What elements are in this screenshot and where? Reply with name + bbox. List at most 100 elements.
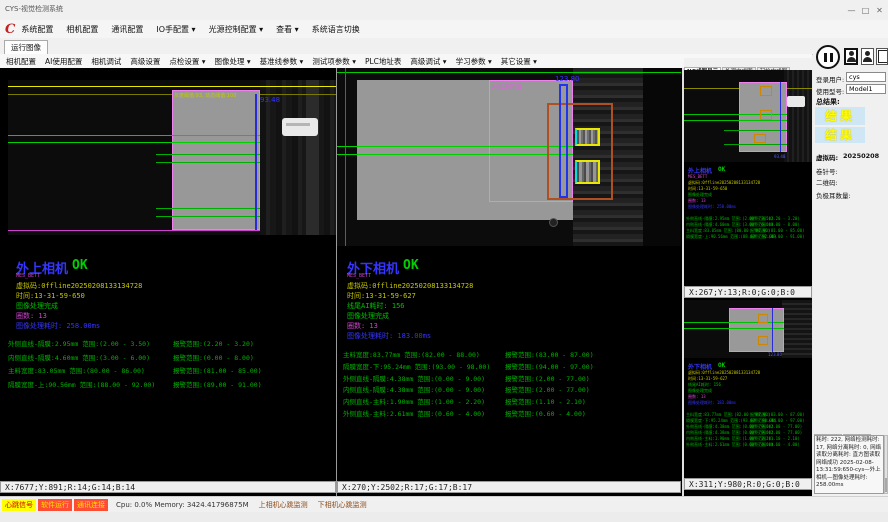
camera2-elapsed: 图像处理耗时: 183.00ms — [347, 331, 431, 341]
qr-code-label: 二维码: — [816, 177, 838, 187]
thumb1-image: 93.48 — [684, 70, 812, 162]
close-button[interactable]: ✕ — [873, 5, 886, 16]
thumb1-elapsed: 图像处理耗时: 258.00ms — [688, 204, 736, 210]
measurement-row: 内侧直线-隔膜:4.38mm 范围:(0.00 - 9.00) 报警范围:(2.… — [343, 384, 679, 394]
tool-plc-table[interactable]: PLC地址表 — [365, 56, 401, 67]
login-user-button[interactable] — [844, 48, 858, 65]
alarm-text: 报警范围:(94.00 - 97.00) — [505, 361, 594, 371]
pause-icon — [824, 53, 827, 62]
camera2-image[interactable]: AI检测区域 123.80 — [337, 68, 681, 246]
tab-strip: 运行图像 — [0, 38, 888, 55]
separator-film-region — [729, 308, 784, 352]
minimize-button[interactable]: — — [845, 5, 858, 16]
blue-measure-line — [780, 82, 781, 152]
tool-camera-config[interactable]: 相机配置 — [6, 56, 36, 67]
operator-button[interactable] — [861, 48, 874, 65]
detect-box — [760, 86, 772, 96]
thumb2-ok: OK — [718, 362, 725, 369]
machine-background — [782, 300, 812, 358]
blue-measure-line — [255, 94, 257, 230]
measure-value-label: 93.48 — [774, 154, 785, 159]
menu-language-switch[interactable]: 系统语言切换 — [312, 24, 360, 35]
electrode-tab-connector — [282, 118, 318, 136]
tool-test-params[interactable]: 测试项参数 ▾ — [312, 56, 356, 67]
status-bar: 心跳信号 软件运行 通讯连接 Cpu: 0.0% Memory: 3424.41… — [0, 496, 888, 512]
menu-io-config[interactable]: IO手配置 ▾ — [156, 24, 195, 35]
camera2-panel[interactable]: AI检测区域 123.80 外下相机 OK MES_BETT 虚拟码:0ffli… — [337, 68, 681, 496]
result-badge-2: 结果 — [815, 127, 865, 143]
thumb-tab-strip: NG成图显示外观内成图起始内成图 — [684, 58, 814, 70]
measure-text: 隔膜宽度-下:95.24mm 范围:(93.00 - 98.00) — [343, 363, 490, 371]
alarm-text: 报警范围:(2.00 - 77.00) — [505, 373, 590, 383]
measure-value-label: 123.80 — [768, 352, 782, 357]
login-user-input[interactable]: cys — [846, 72, 886, 82]
menu-light-config[interactable]: 光源控制配置 ▾ — [209, 24, 264, 35]
logout-button[interactable] — [876, 48, 888, 65]
virtual-code-value: 20250208 — [843, 152, 879, 160]
camera2-barcode: 虚拟码:0ffline20250208133134728 — [347, 281, 473, 291]
machine-detail — [549, 218, 558, 227]
tool-baseline-params[interactable]: 基准线参数 ▾ — [260, 56, 304, 67]
log-scrollbar[interactable] — [884, 435, 888, 494]
tool-spot-check[interactable]: 点检设置 ▾ — [169, 56, 205, 67]
camera2-coords-bar: X:270;Y:2502;R:17;G:17;B:17 — [337, 481, 681, 493]
camera1-panel[interactable]: 灰度阈值:93, 动态阈值:100 93.48 外上相机 OK MES_BETT… — [0, 68, 336, 496]
tool-other-settings[interactable]: 其它设置 ▾ — [501, 56, 537, 67]
connector-detail — [286, 123, 310, 126]
tab-run-image[interactable]: 运行图像 — [4, 40, 48, 55]
menu-camera-config[interactable]: 相机配置 — [66, 24, 98, 35]
thumbnail-panel: NG成图显示外观内成图起始内成图 93.48 外上相机 OK MES_B — [682, 68, 812, 496]
thumb2-coords-bar: X:311;Y:980;R:0;G:0;B:0 — [684, 478, 812, 490]
machine-dark-area — [643, 68, 681, 246]
guide-line — [156, 162, 260, 163]
guide-line — [684, 328, 784, 329]
maximize-button[interactable]: □ — [859, 5, 872, 16]
guide-line — [684, 120, 787, 121]
menu-view[interactable]: 查看 ▾ — [276, 24, 299, 35]
alarm-text: 报警范围:(0.60 - 4.00) — [505, 408, 586, 418]
model-input[interactable]: Model1 — [846, 84, 886, 94]
guide-line — [724, 144, 787, 145]
camera1-elapsed: 图像处理耗时: 258.00ms — [16, 321, 100, 331]
tool-advanced-debug[interactable]: 高级调试 ▾ — [410, 56, 446, 67]
app-logo-icon: C — [5, 22, 15, 37]
camera1-done: 图像处理完成 — [16, 301, 58, 311]
thumbnail1[interactable]: 93.48 外上相机 OK MES_BETT 虚拟码:0ffline202502… — [684, 70, 812, 288]
guide-line — [345, 68, 346, 246]
detect-box — [754, 134, 766, 143]
guide-line — [684, 322, 784, 323]
measurement-row: 外侧直线-主料:2.61mm 范围:(0.60 - 4.00) 报警范围:(0.… — [343, 408, 679, 418]
alarm-text: 报警范围:(1.10 - 2.10) — [505, 396, 586, 406]
thumbnail2[interactable]: 123.80 外下相机 OK 虚拟码:0ffline20250208133134… — [684, 300, 812, 476]
measurement-row: 内侧直线-主料:1.90mm 范围:(1.00 - 2.20) 报警范围:(1.… — [343, 396, 679, 406]
tool-advanced-settings[interactable]: 高级设置 — [130, 56, 160, 67]
menu-system-config[interactable]: 系统配置 — [21, 24, 53, 35]
lower-camera-heartbeat: 下相机心跳监测 — [318, 500, 367, 510]
measurement-row: 主料宽度:83.05mm 范围:(80.00 - 86.00) 报警范围:(81… — [8, 365, 344, 375]
measure-text: 外侧直线-隔膜:4.38mm 范围:(0.00 - 9.00) — [343, 375, 485, 383]
exit-door-icon — [878, 50, 887, 63]
guide-line — [8, 86, 336, 87]
camera2-ai-time: 线尾AI耗时: 156 — [347, 301, 405, 311]
thumb1-measurements: 外侧直线-隔膜:2.95mm 范围:(2.00 - 3.50)报警范围:(2.2… — [686, 216, 810, 240]
pause-button[interactable] — [816, 45, 840, 69]
scrollbar-thumb[interactable] — [885, 478, 887, 492]
measure-value-label: 123.80 — [555, 75, 580, 83]
guide-line — [337, 72, 681, 73]
cpu-memory-status: Cpu: 0.0% Memory: 3424.41796875M — [116, 501, 249, 509]
log-panel: 运行日志报警日志错误日志 耗时: 222, 网络检测耗时: 17, 网络分离耗时… — [813, 425, 888, 495]
camera1-time: 时间:13-31-59-650 — [16, 291, 85, 301]
tool-image-processing[interactable]: 图像处理 ▾ — [215, 56, 251, 67]
tool-learning-params[interactable]: 学习参数 ▾ — [456, 56, 492, 67]
virtual-code-label: 虚拟码: — [816, 152, 838, 162]
total-result-label: 总结果: — [816, 97, 840, 107]
tool-ai-config[interactable]: AI使用配置 — [45, 56, 82, 67]
menu-comm-config[interactable]: 通讯配置 — [111, 24, 143, 35]
model-label: 使用型号: — [816, 86, 844, 96]
camera1-image[interactable]: 灰度阈值:93, 动态阈值:100 93.48 — [8, 80, 336, 235]
alarm-text: 报警范围:(2.00 - 77.00) — [505, 384, 590, 394]
alarm-text: 报警范围:(0.00 - 8.00) — [173, 352, 254, 362]
camera2-ok-status: OK — [403, 258, 419, 273]
alarm-text: 报警范围:(2.20 - 3.20) — [173, 338, 254, 348]
tool-camera-debug[interactable]: 相机调试 — [91, 56, 121, 67]
